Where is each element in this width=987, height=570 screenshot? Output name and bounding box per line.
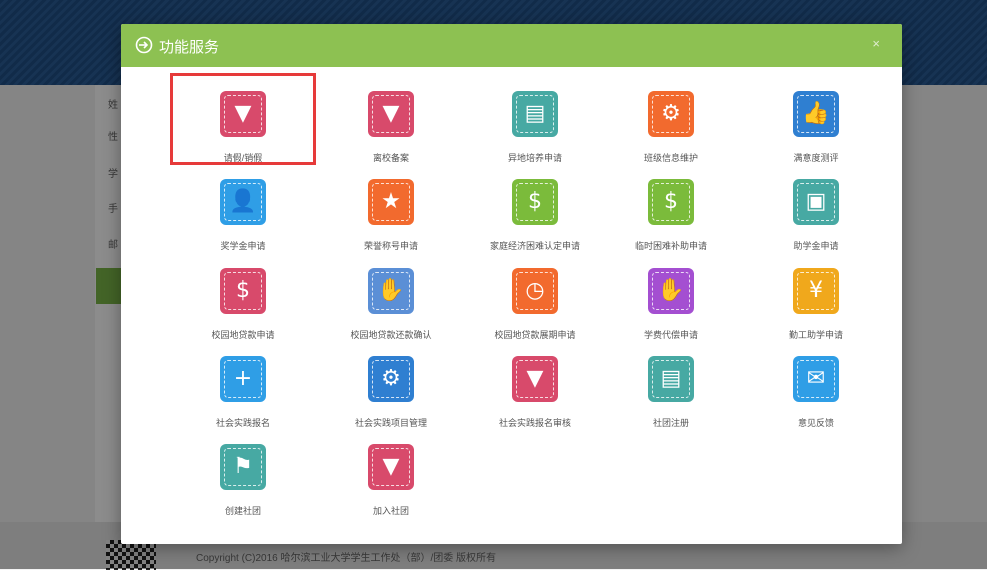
group-settings-icon: ⚙ xyxy=(366,354,416,404)
service-label: 社会实践报名审核 xyxy=(498,418,571,428)
service-tile[interactable]: ⚑ 创建社团 xyxy=(173,429,313,516)
service-tile[interactable]: ▤ 异地培养申请 xyxy=(465,76,605,163)
service-label: 临时困难补助申请 xyxy=(634,241,707,251)
service-tile[interactable]: ⚙ 社会实践项目管理 xyxy=(321,341,461,428)
service-label: 校园地贷款还款确认 xyxy=(350,330,432,340)
service-label: 异地培养申请 xyxy=(507,153,562,163)
service-tile[interactable]: $ 家庭经济困难认定申请 xyxy=(465,164,605,251)
shield-badge-icon: ▼ xyxy=(366,89,416,139)
service-tile[interactable]: ✋ 校园地贷款还款确认 xyxy=(321,253,461,340)
modal-header: 功能服务 × xyxy=(121,24,902,67)
service-label: 家庭经济困难认定申请 xyxy=(489,241,580,251)
folder-clock-icon: ◷ xyxy=(510,266,560,316)
service-tile[interactable]: 👍 满意度测评 xyxy=(746,76,886,163)
service-label: 满意度测评 xyxy=(793,153,839,163)
service-label: 社团注册 xyxy=(652,418,689,428)
user-money-icon: 👤 xyxy=(218,177,268,227)
document-search-icon: ▤ xyxy=(510,89,560,139)
service-label: 班级信息维护 xyxy=(643,153,698,163)
service-label: 学费代偿申请 xyxy=(643,330,698,340)
sign-in-icon xyxy=(135,36,153,54)
service-label: 荣誉称号申请 xyxy=(363,241,418,251)
service-label: 意见反馈 xyxy=(797,418,834,428)
service-tile[interactable]: ▤ 社团注册 xyxy=(601,341,741,428)
service-tile[interactable]: ▣ 助学金申请 xyxy=(746,164,886,251)
service-tile[interactable]: $ 临时困难补助申请 xyxy=(601,164,741,251)
service-tile[interactable]: ◷ 校园地贷款展期申请 xyxy=(465,253,605,340)
briefcase-icon: ▣ xyxy=(791,177,841,227)
service-label: 校园地贷款申请 xyxy=(211,330,275,340)
shield-badge-icon: ▼ xyxy=(510,354,560,404)
coin-hand-icon: $ xyxy=(218,266,268,316)
service-tile[interactable]: ▼ 社会实践报名审核 xyxy=(465,341,605,428)
service-label: 勤工助学申请 xyxy=(788,330,843,340)
money-bag-icon: $ xyxy=(510,177,560,227)
shield-badge-icon: ▼ xyxy=(218,89,268,139)
service-label: 离校备案 xyxy=(372,153,409,163)
close-icon[interactable]: × xyxy=(872,36,880,51)
service-tile[interactable]: ⚙ 班级信息维护 xyxy=(601,76,741,163)
service-tile[interactable]: + 社会实践报名 xyxy=(173,341,313,428)
service-label: 社会实践报名 xyxy=(215,418,270,428)
service-tile[interactable]: ✋ 学费代偿申请 xyxy=(601,253,741,340)
service-label: 奖学金申请 xyxy=(220,241,266,251)
service-tile[interactable]: ▼ 加入社团 xyxy=(321,429,461,516)
service-tile[interactable]: $ 校园地贷款申请 xyxy=(173,253,313,340)
chat-bubbles-icon: ✉ xyxy=(791,354,841,404)
service-tile[interactable]: 👤 奖学金申请 xyxy=(173,164,313,251)
modal-title: 功能服务 xyxy=(159,39,220,56)
service-label: 加入社团 xyxy=(372,506,409,516)
service-tile[interactable]: ¥ 勤工助学申请 xyxy=(746,253,886,340)
hand-coin-icon: ✋ xyxy=(646,266,696,316)
service-tile[interactable]: ▼ 请假/销假 xyxy=(170,73,316,165)
cash-hand-icon: ✋ xyxy=(366,266,416,316)
document-search-icon: ▤ xyxy=(646,354,696,404)
service-label: 请假/销假 xyxy=(223,153,263,163)
money-bag-icon: $ xyxy=(646,177,696,227)
service-tile[interactable]: ▼ 离校备案 xyxy=(321,76,461,163)
thumbs-up-icon: 👍 xyxy=(791,89,841,139)
service-label: 创建社团 xyxy=(224,506,261,516)
service-tile[interactable]: ✉ 意见反馈 xyxy=(746,341,886,428)
add-users-icon: + xyxy=(218,354,268,404)
service-label: 社会实践项目管理 xyxy=(354,418,427,428)
shield-badge-icon: ▼ xyxy=(366,442,416,492)
hand-yen-icon: ¥ xyxy=(791,266,841,316)
flag-add-icon: ⚑ xyxy=(218,442,268,492)
function-services-modal: 功能服务 × ▼ 请假/销假 ▼ 离校备案 ▤ 异地培养申请 ⚙ 班级信息维护 👍 满意度测评 👤 奖… xyxy=(121,24,902,544)
service-label: 校园地贷款展期申请 xyxy=(494,330,576,340)
service-tile[interactable]: ★ 荣誉称号申请 xyxy=(321,164,461,251)
service-label: 助学金申请 xyxy=(793,241,839,251)
gears-icon: ⚙ xyxy=(646,89,696,139)
medal-icon: ★ xyxy=(366,177,416,227)
